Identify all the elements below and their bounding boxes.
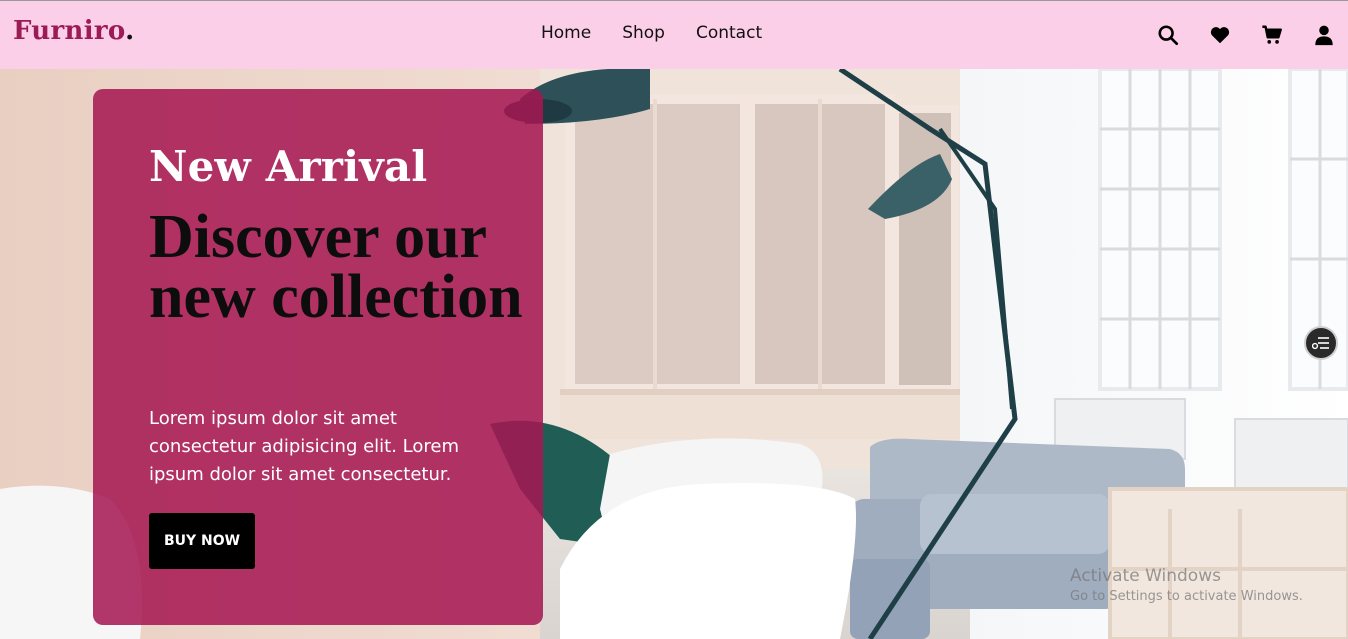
brand-logo[interactable]: Furniro. — [13, 16, 134, 46]
floating-menu-button[interactable] — [1304, 326, 1338, 360]
user-icon[interactable] — [1312, 23, 1336, 47]
hero-eyebrow: New Arrival — [149, 142, 428, 191]
search-icon[interactable] — [1156, 23, 1180, 47]
hero-section: New Arrival Discover our new collection … — [0, 69, 1348, 639]
top-header: Furniro. Home Shop Contact — [0, 0, 1348, 69]
header-icons — [1128, 23, 1336, 47]
hero-card: New Arrival Discover our new collection … — [93, 89, 543, 625]
main-nav: Home Shop Contact — [541, 23, 793, 43]
watermark-title: Activate Windows — [1070, 566, 1221, 586]
os-activation-watermark: Activate Windows Go to Settings to activ… — [1070, 566, 1303, 604]
brand-name: Furniro — [13, 16, 126, 46]
cart-icon[interactable] — [1260, 23, 1284, 47]
watermark-subtitle: Go to Settings to activate Windows. — [1070, 589, 1303, 604]
list-settings-icon — [1312, 337, 1329, 350]
hero-description: Lorem ipsum dolor sit amet consectetur a… — [149, 408, 460, 485]
hero-headline: Discover our new collection — [149, 203, 523, 331]
brand-dot: . — [125, 16, 135, 46]
heart-icon[interactable] — [1208, 23, 1232, 47]
buy-now-button[interactable]: BUY NOW — [149, 513, 255, 569]
nav-shop[interactable]: Shop — [622, 23, 665, 43]
nav-contact[interactable]: Contact — [696, 23, 762, 43]
nav-home[interactable]: Home — [541, 23, 591, 43]
